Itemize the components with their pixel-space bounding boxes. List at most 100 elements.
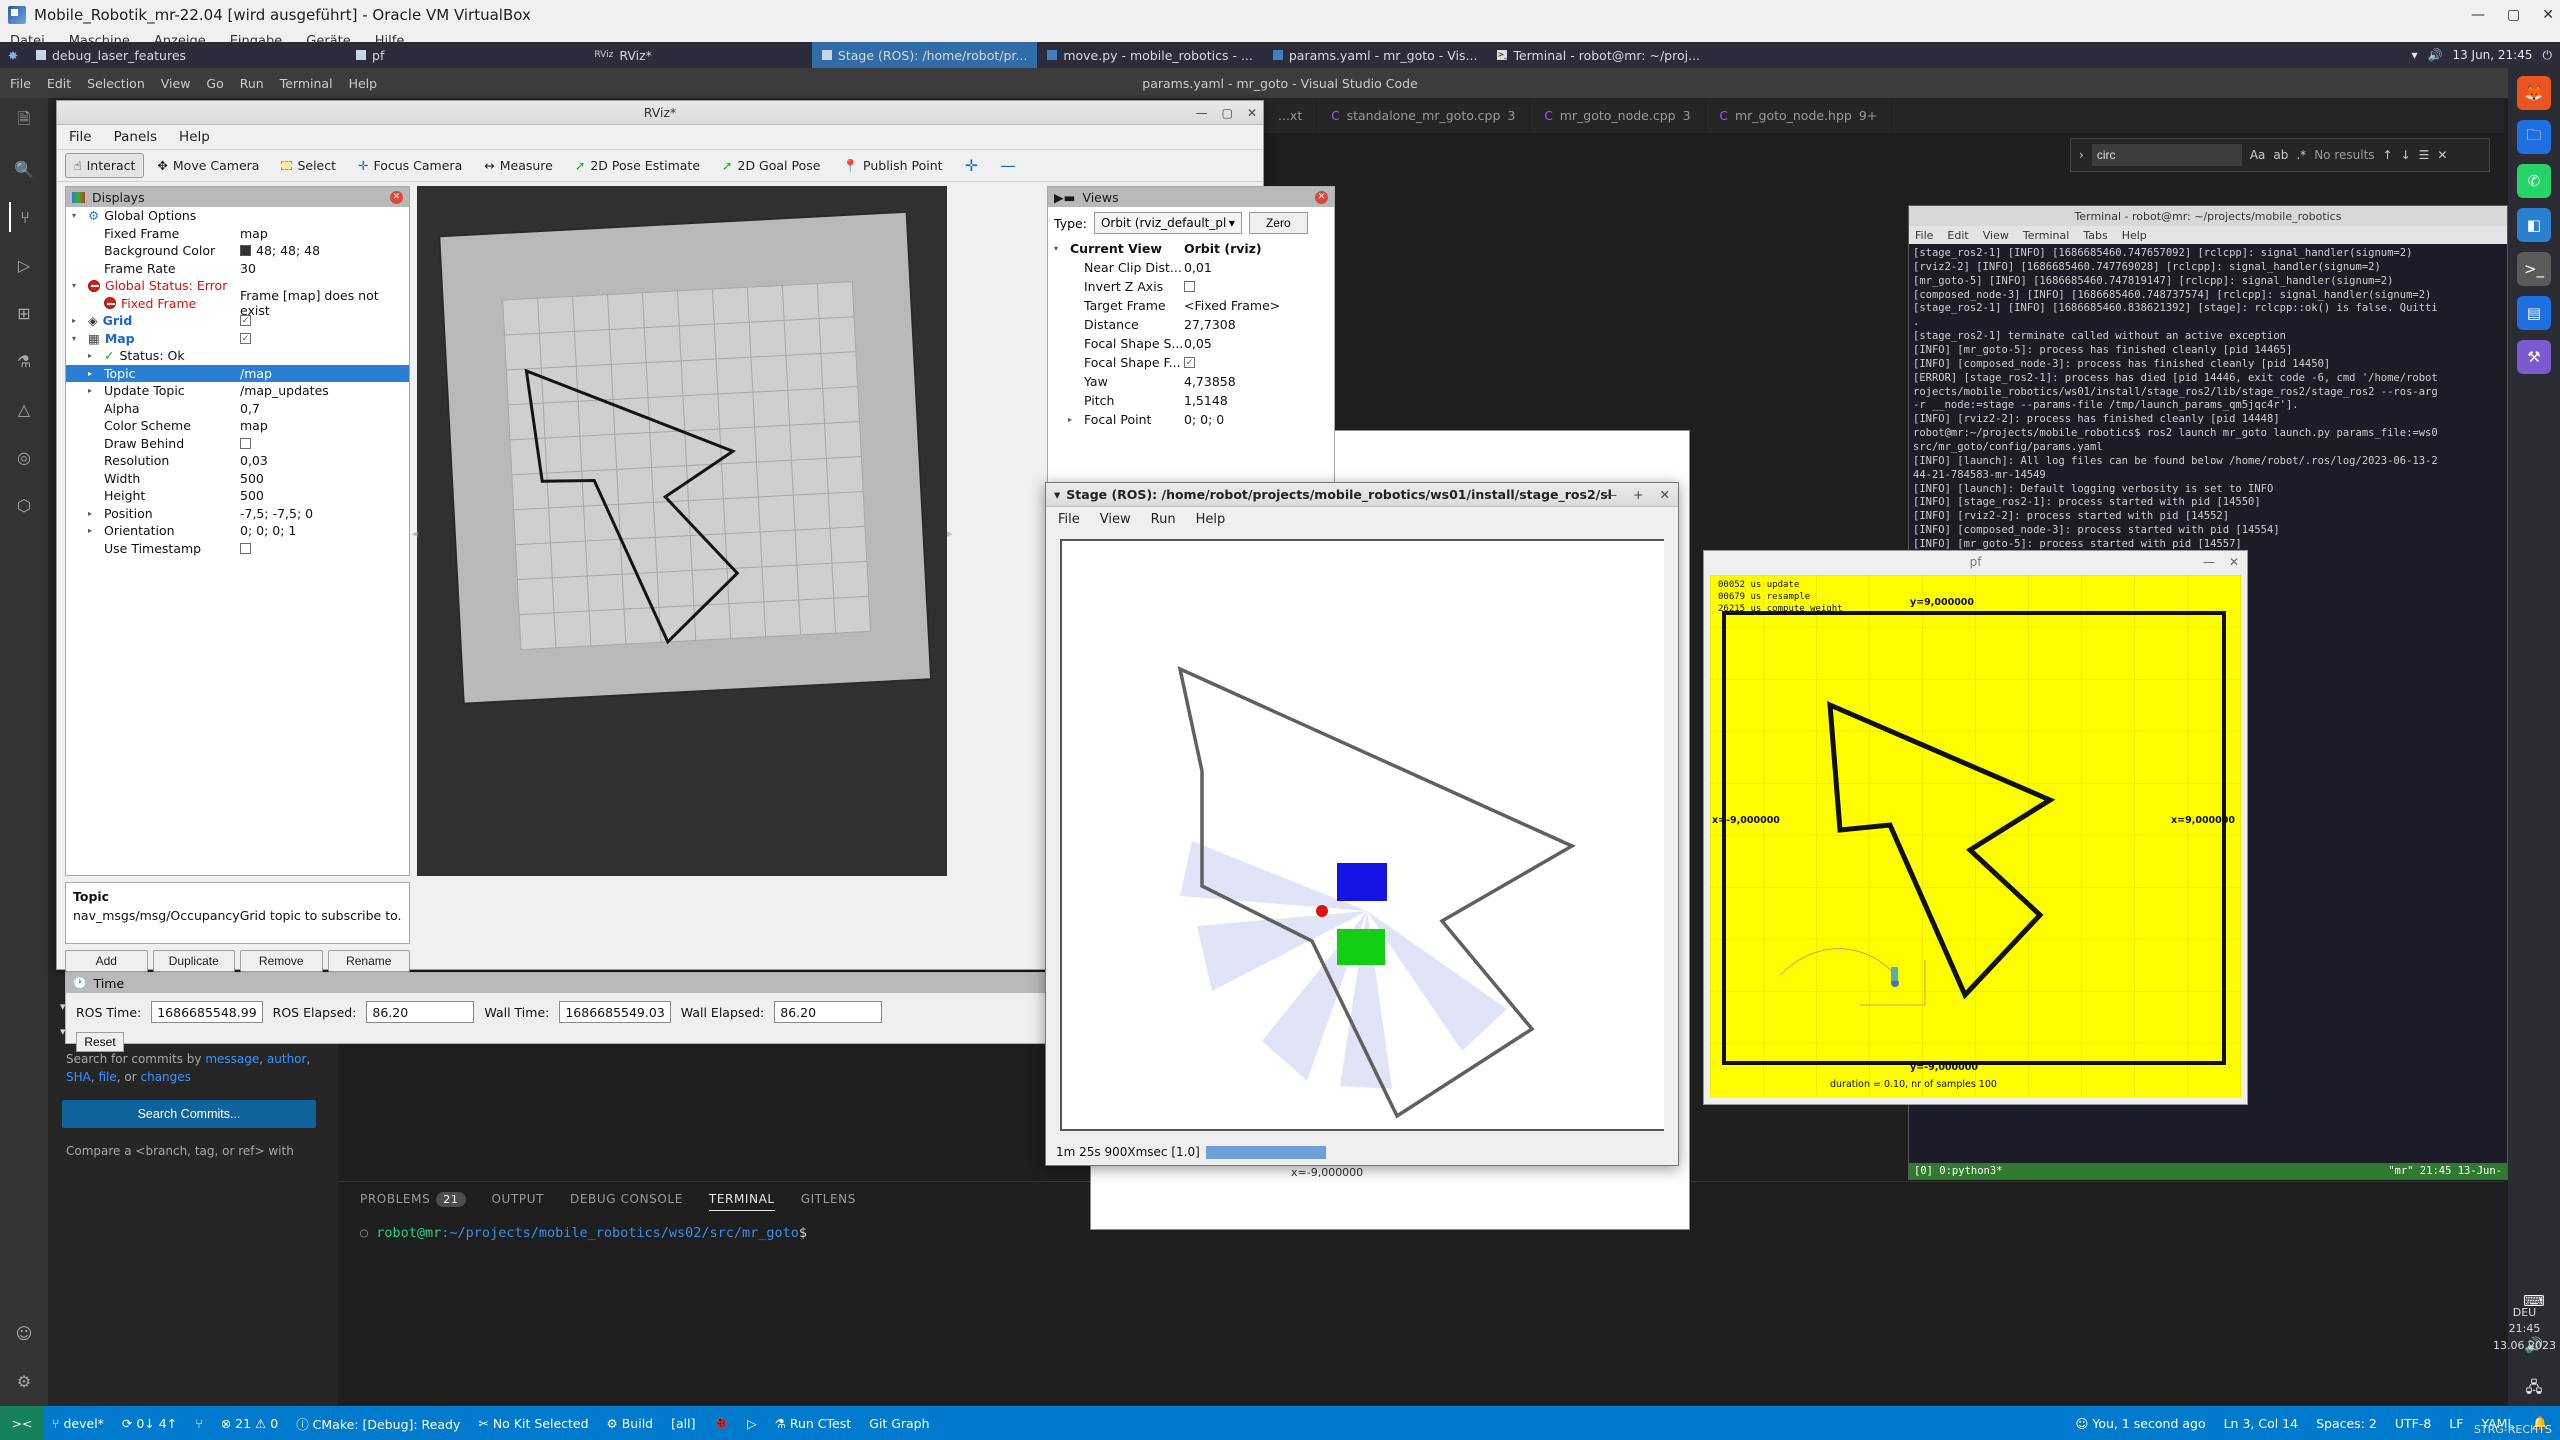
tool-add[interactable]: ✛ [956, 151, 987, 180]
search-link-file[interactable]: file [99, 1070, 117, 1084]
close-icon[interactable]: ✕ [1660, 487, 1670, 502]
tool-remove[interactable]: — [991, 151, 1025, 180]
status-build[interactable]: ⚙ Build [607, 1416, 654, 1431]
match-case-icon[interactable]: Aa [2250, 148, 2266, 162]
vscode-menu-help[interactable]: Help [349, 76, 378, 91]
views-row-value[interactable]: Orbit (rviz) [1184, 241, 1334, 256]
terminal-menubar[interactable]: File Edit View Terminal Tabs Help [1909, 226, 2507, 244]
vscode-menu-file[interactable]: File [10, 76, 31, 91]
stage-canvas[interactable] [1060, 539, 1664, 1131]
volume-icon[interactable]: 🔊 [2428, 48, 2443, 62]
chevron-right-icon[interactable]: ▸ [88, 351, 99, 360]
views-row-value[interactable]: 0; 0; 0 [1184, 412, 1334, 427]
status-debug-icon[interactable]: 🐞 [713, 1415, 729, 1431]
explorer-icon[interactable]: 🗎 [9, 106, 39, 136]
status-kit[interactable]: ✂ No Kit Selected [478, 1416, 588, 1431]
ros-icon[interactable]: ◎ [9, 442, 39, 472]
close-icon[interactable]: ✕ [1247, 106, 1257, 120]
regex-icon[interactable]: .* [2296, 148, 2306, 162]
terminal-menu-view[interactable]: View [1983, 229, 2009, 242]
displays-row-value[interactable]: /map [240, 366, 409, 381]
close-icon[interactable]: ✕ [390, 190, 403, 204]
minimize-icon[interactable]: — [2203, 555, 2215, 569]
displays-row[interactable]: ▸ Orientation 0; 0; 0; 1 [66, 522, 409, 540]
tool-focus-camera[interactable]: ✛ Focus Camera [349, 153, 471, 178]
chevron-right-icon[interactable]: ▸ [72, 316, 83, 325]
chevron-right-icon[interactable]: ▸ [88, 369, 99, 378]
tool-2d-goal-pose[interactable]: ➚ 2D Goal Pose [713, 153, 829, 178]
status-encoding[interactable]: UTF-8 [2395, 1416, 2431, 1431]
match-word-icon[interactable]: ab [2273, 148, 2288, 162]
media-icon[interactable]: ▤ [2517, 296, 2551, 330]
displays-row-value[interactable]: 500 [240, 471, 409, 486]
taskbar-item-rviz[interactable]: RViz RViz* [584, 42, 662, 68]
rviz-menu-file[interactable]: File [69, 129, 92, 145]
panel-splitter-right[interactable]: ▸ [947, 527, 953, 540]
vscode-menu-view[interactable]: View [161, 76, 191, 91]
files-icon[interactable]: 🗀 [2517, 120, 2551, 154]
close-icon[interactable]: ✕ [2229, 555, 2239, 569]
views-row-value[interactable] [1184, 281, 1334, 292]
displays-row[interactable]: Alpha 0,7 [66, 400, 409, 418]
taskbar-item-params-yaml[interactable]: params.yaml - mr_goto - Vis... [1263, 42, 1488, 68]
vscode-dock-icon[interactable]: ◧ [2517, 208, 2551, 242]
find-close-icon[interactable]: ✕ [2437, 148, 2447, 162]
chevron-down-icon[interactable]: ▾ [72, 211, 83, 220]
ros-time-value[interactable]: 1686685548.99 [151, 1001, 263, 1023]
settings-gear-icon[interactable]: ⚙ [9, 1366, 39, 1396]
chevron-right-icon[interactable]: ▸ [88, 509, 99, 518]
time-reset-button[interactable]: Reset [76, 1032, 124, 1052]
vscode-menu-go[interactable]: Go [206, 76, 223, 91]
pf-canvas[interactable]: 00052 us update 00679 us resample 26215 … [1710, 575, 2241, 1098]
displays-tree[interactable]: ▾ ⚙ Global Options Fixed Frame map Background… [66, 207, 409, 557]
views-row-value[interactable]: 27,7308 [1184, 317, 1334, 332]
views-row[interactable]: Target Frame <Fixed Frame> [1048, 296, 1334, 315]
displays-row-value[interactable]: Frame [map] does not exist [240, 288, 409, 318]
views-row-value[interactable]: 0,01 [1184, 260, 1334, 275]
panel-tab-output[interactable]: OUTPUT [492, 1192, 545, 1211]
network-icon[interactable]: ▾ [2411, 48, 2417, 62]
views-row-value[interactable]: 1,5148 [1184, 393, 1334, 408]
views-row-value[interactable]: ✓ [1184, 357, 1334, 368]
close-icon[interactable]: ✕ [2542, 7, 2554, 23]
displays-row[interactable]: ▸ Position -7,5; -7,5; 0 [66, 505, 409, 523]
vscode-menu-run[interactable]: Run [240, 76, 264, 91]
displays-row-value[interactable]: 0; 0; 0; 1 [240, 523, 409, 538]
enabled-checkbox[interactable]: ✓ [240, 332, 251, 344]
enabled-checkbox[interactable]: ✓ [240, 315, 251, 327]
search-link-sha[interactable]: SHA [66, 1070, 91, 1084]
rviz-menu-help[interactable]: Help [179, 129, 210, 145]
power-icon[interactable]: ⏻ [2543, 48, 2553, 63]
search-icon[interactable]: 🔍 [9, 154, 39, 184]
views-row[interactable]: Invert Z Axis [1048, 277, 1334, 296]
rviz-3d-view[interactable]: ◂ [417, 186, 947, 876]
tool-move-camera[interactable]: ✥ Move Camera [148, 153, 268, 178]
views-row-value[interactable]: <Fixed Frame> [1184, 298, 1334, 313]
firefox-icon[interactable]: 🦊 [2517, 76, 2551, 110]
chevron-down-icon[interactable]: ▾ [72, 281, 83, 290]
maximize-icon[interactable]: + [1633, 487, 1643, 502]
account-icon[interactable]: ☺ [9, 1318, 39, 1348]
remove-display-button[interactable]: Remove [240, 950, 323, 972]
cmake-icon[interactable]: △ [9, 394, 39, 424]
views-row-value[interactable]: 4,73858 [1184, 374, 1334, 389]
testing-icon[interactable]: ⚗ [9, 346, 39, 376]
source-control-icon[interactable]: ⑂ [9, 202, 39, 232]
panel-splitter-left[interactable]: ◂ [412, 527, 418, 540]
tool-dock-icon[interactable]: ⚒ [2517, 340, 2551, 374]
displays-row-value[interactable]: ✓ [240, 315, 409, 327]
displays-row[interactable]: Fixed Frame Frame [map] does not exist [66, 288, 409, 318]
editor-find-widget[interactable]: › Aa ab .* No results ↑ ↓ ☰ ✕ [2070, 138, 2490, 172]
displays-row[interactable]: Draw Behind [66, 435, 409, 453]
chevron-down-icon[interactable]: ▾ [1054, 487, 1060, 502]
minimize-icon[interactable]: — [1196, 106, 1208, 120]
option-checkbox[interactable] [240, 437, 251, 449]
views-row[interactable]: Near Clip Dist... 0,01 [1048, 258, 1334, 277]
option-checkbox[interactable] [240, 542, 251, 554]
views-row[interactable]: Pitch 1,5148 [1048, 391, 1334, 410]
tab-mr-goto-node-cpp[interactable]: C mr_goto_node.cpp 3 [1530, 98, 1706, 133]
stage-window-buttons[interactable]: — + ✕ [1605, 487, 1670, 502]
stage-menubar[interactable]: File View Run Help [1046, 507, 1678, 531]
minimize-icon[interactable]: — [1605, 487, 1618, 502]
tool-publish-point[interactable]: 📍 Publish Point [833, 153, 951, 179]
